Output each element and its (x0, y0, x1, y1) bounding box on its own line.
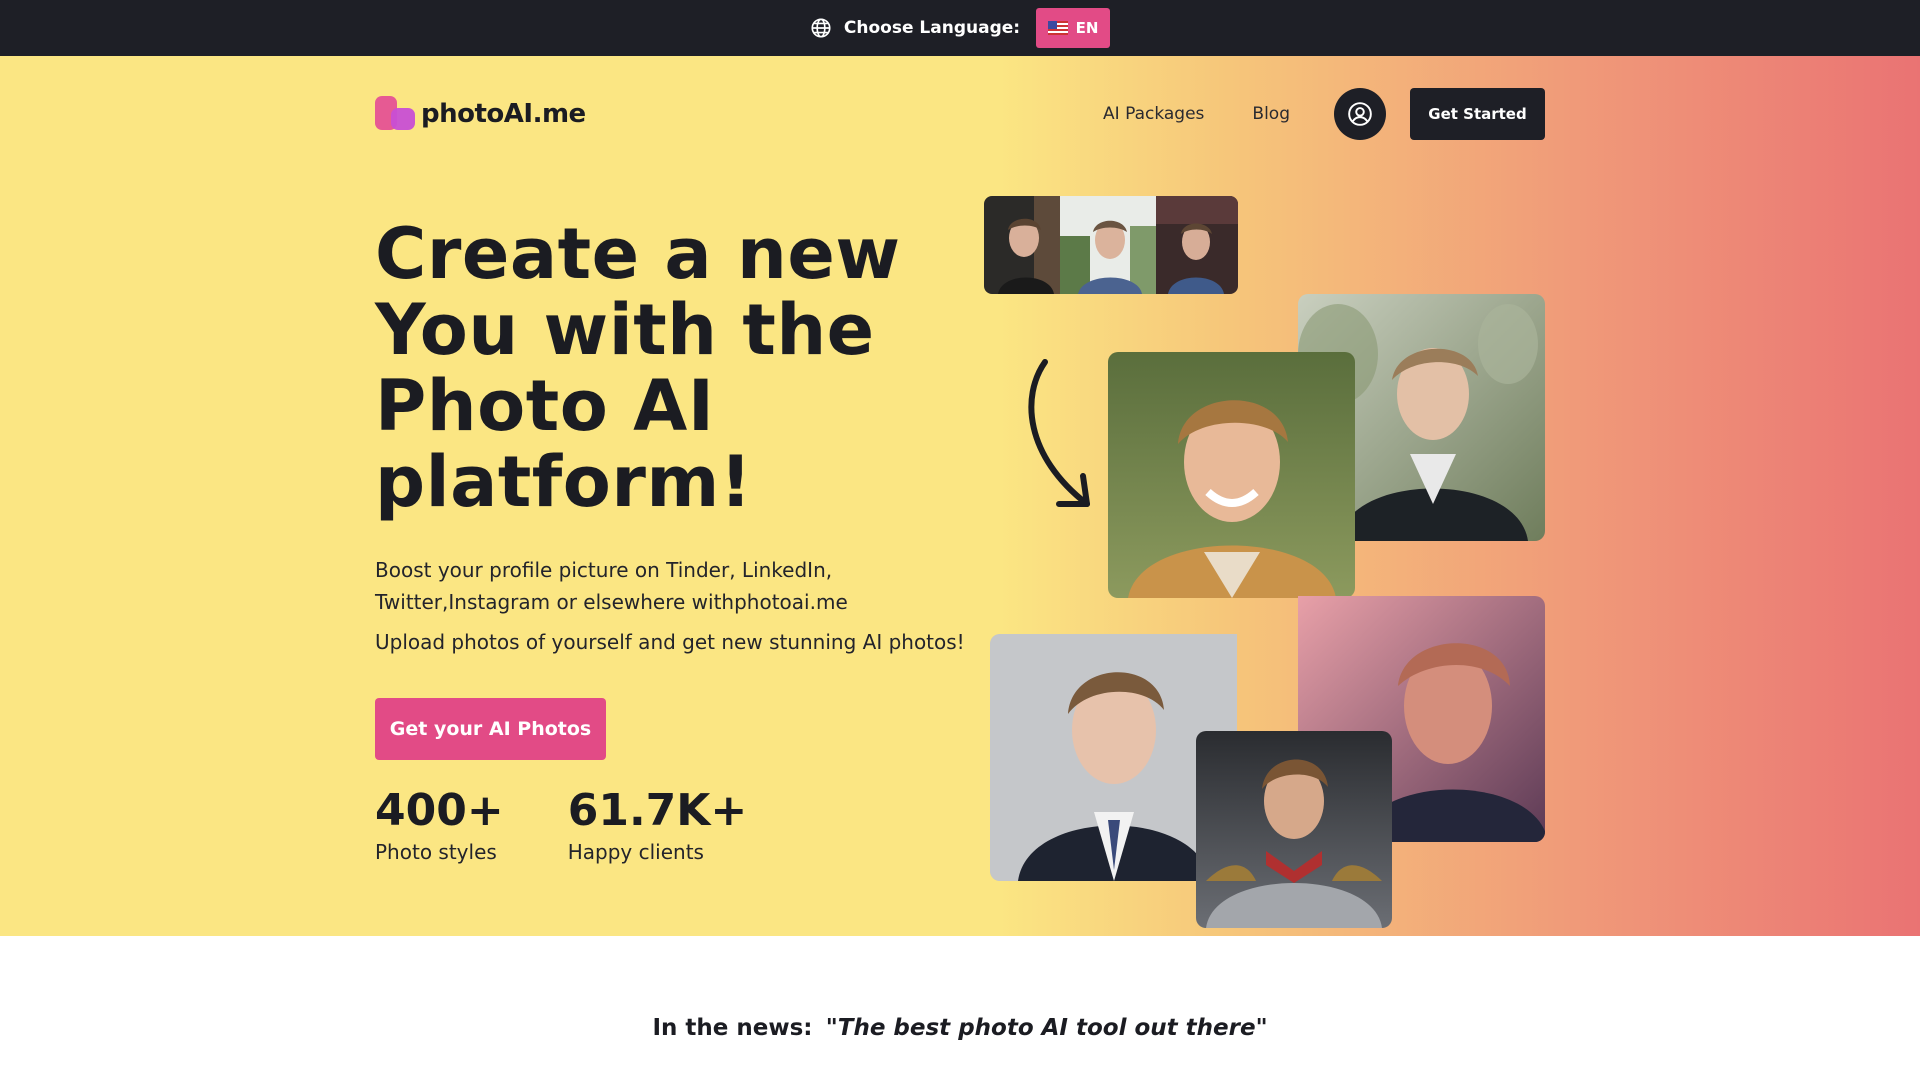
curved-arrow-icon (1028, 359, 1090, 507)
language-label: Choose Language: (843, 18, 1021, 38)
user-circle-icon (1348, 102, 1372, 126)
stat-value: 61.7K+ (567, 785, 748, 836)
headline-line: platform! (375, 441, 753, 523)
stat-photo-styles: 400+ Photo styles (375, 785, 504, 865)
nav-link-blog[interactable]: Blog (1252, 104, 1290, 124)
news-quote: "The best photo AI tool out there" (825, 1015, 1268, 1041)
logo[interactable]: photoAI.me (375, 96, 586, 132)
stat-label: Happy clients (567, 840, 704, 864)
logo-mark-icon (375, 96, 417, 132)
us-flag-icon (1047, 21, 1068, 35)
language-bar: Choose Language: EN (0, 0, 1920, 56)
news-mention: In the news: "The best photo AI tool out… (0, 1015, 1920, 1041)
ai-portrait-photo (1196, 731, 1392, 928)
stats: 400+ Photo styles 61.7K+ Happy clients (375, 785, 965, 865)
ai-portrait-photo (1108, 352, 1355, 598)
stat-value: 400+ (375, 785, 504, 836)
news-label: In the news: (652, 1015, 813, 1041)
account-button[interactable] (1334, 88, 1386, 140)
nav-links: AI Packages Blog Get Started (1103, 88, 1545, 140)
hero-description: Boost your profile picture on Tinder, Li… (375, 558, 848, 614)
input-selfie-photo (1060, 196, 1158, 294)
brand-name: photoAI.me (421, 99, 586, 129)
language-code: EN (1075, 19, 1099, 37)
headline-line: You with the (375, 289, 875, 371)
get-started-button[interactable]: Get Started (1410, 88, 1545, 140)
get-ai-photos-button[interactable]: Get your AI Photos (375, 698, 606, 760)
headline-line: Create a new (375, 213, 901, 295)
stat-happy-clients: 61.7K+ Happy clients (567, 785, 748, 865)
stat-label: Photo styles (375, 840, 497, 864)
nav-link-ai-packages[interactable]: AI Packages (1103, 104, 1204, 124)
language-select-button[interactable]: EN (1036, 8, 1111, 48)
headline-line: Photo AI (375, 365, 715, 447)
hero-headline: Create a new You with the Photo AI platf… (375, 216, 965, 520)
globe-icon (811, 18, 831, 38)
input-selfie-photo (1156, 196, 1238, 294)
input-selfie-photo (984, 196, 1066, 294)
hero-section: photoAI.me AI Packages Blog Get Started … (0, 56, 1920, 936)
hero-content: Create a new You with the Photo AI platf… (375, 216, 965, 864)
hero-description-secondary: Upload photos of yourself and get new st… (375, 630, 965, 654)
main-navbar: photoAI.me AI Packages Blog Get Started (375, 88, 1545, 140)
